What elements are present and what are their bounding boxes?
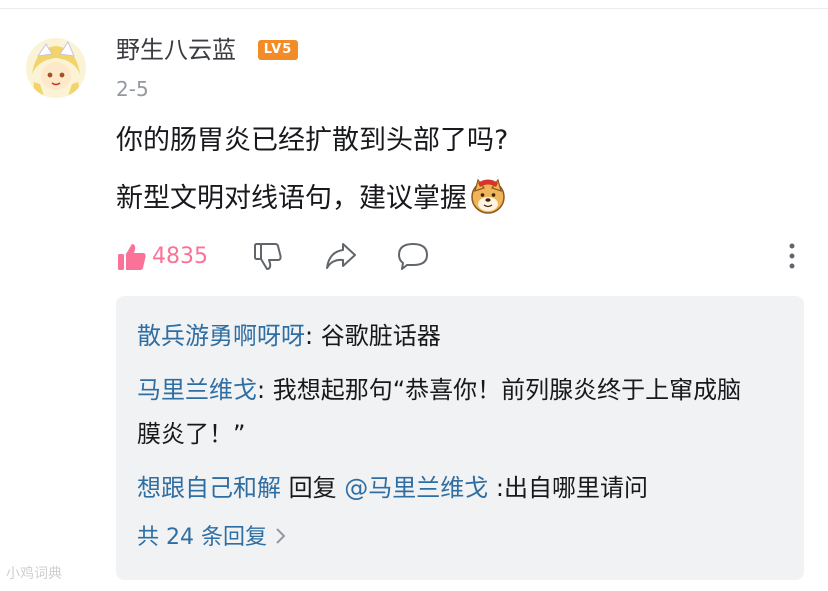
reply-author[interactable]: 马里兰维戈 (137, 376, 257, 404)
reply-target-mention[interactable]: @马里兰维戈 (344, 474, 488, 502)
reply-text: 谷歌脏话器 (320, 322, 441, 350)
reply-separator: : (488, 474, 504, 502)
share-icon[interactable] (324, 240, 358, 276)
reply-separator: : (257, 376, 273, 404)
top-divider (0, 8, 828, 9)
like-count: 4835 (152, 244, 208, 269)
comment-text-line-content: 新型文明对线语句，建议掌握 (116, 183, 467, 214)
comment-text-line: 你的肠胃炎已经扩散到头部了吗? (116, 125, 509, 156)
reply-item[interactable]: 想跟自己和解 回复 @马里兰维戈 :出自哪里请问 (137, 466, 757, 510)
reply-author[interactable]: 散兵游勇啊呀呀 (137, 322, 305, 350)
comment-date: 2-5 (116, 77, 149, 101)
avatar[interactable] (26, 38, 86, 98)
more-icon[interactable] (780, 240, 804, 276)
reply-text: 出自哪里请问 (503, 474, 648, 502)
reply-author[interactable]: 想跟自己和解 (137, 474, 281, 502)
chevron-right-icon (274, 524, 288, 556)
level-badge: LV5 (258, 40, 298, 60)
reply-item[interactable]: 散兵游勇啊呀呀: 谷歌脏话器 (137, 314, 757, 358)
username[interactable]: 野生八云蓝 (116, 34, 236, 66)
watermark: 小鸡词典 (6, 566, 62, 582)
reply-count-label: 共 24 条回复 (137, 525, 267, 550)
reply-separator: : (305, 322, 321, 350)
view-all-replies-link[interactable]: 共 24 条回复 (137, 522, 288, 556)
thumbs-down-icon[interactable] (252, 240, 284, 276)
doge-emoji-icon (469, 177, 507, 225)
comment-icon[interactable] (396, 240, 430, 276)
comment-text-line: 新型文明对线语句，建议掌握 (116, 177, 507, 225)
reply-item[interactable]: 马里兰维戈: 我想起那句“恭喜你！前列腺炎终于上窜成脑膜炎了！” (137, 368, 757, 456)
thumbs-up-icon[interactable] (116, 241, 148, 277)
reply-to-label: 回复 (281, 474, 345, 502)
